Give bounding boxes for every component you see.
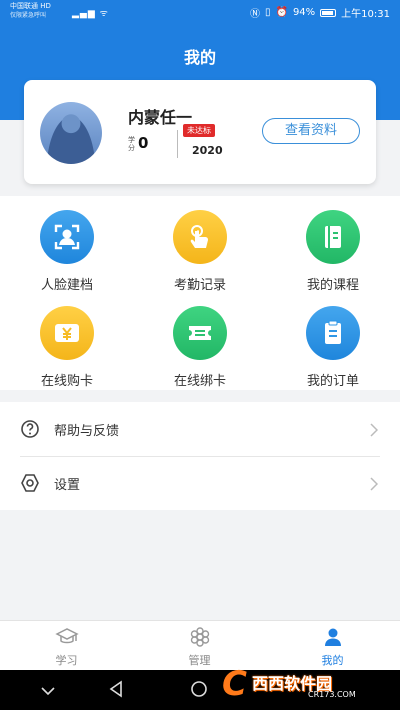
watermark-domain: CR173.COM: [308, 690, 356, 699]
face-scan-icon: [40, 210, 94, 264]
grid-item-face-record[interactable]: 人脸建档: [7, 210, 127, 293]
grid-label: 在线绑卡: [173, 374, 226, 389]
chevron-right-icon: [370, 476, 379, 495]
score-label: 学分: [128, 136, 135, 152]
status-bar: 中国联通 HD 仅限紧急呼叫 ▂▄▆ ᯤ Ⓝ ▯ ⏰ 94% 上午10:31: [0, 0, 400, 24]
menu-item-label: 帮助与反馈: [54, 424, 120, 439]
ticket-icon: [173, 306, 227, 360]
page-title: 我的: [183, 48, 216, 67]
alarm-icon: ⏰: [275, 7, 288, 18]
chevron-down-icon[interactable]: [40, 682, 56, 701]
graduation-cap-icon: [0, 627, 133, 647]
carrier-status: 仅限紧急呼叫: [10, 12, 47, 19]
menu-item-label: 设置: [54, 478, 81, 493]
profile-card: 内蒙任一 学分 0 未达标 2020 查看资料: [24, 80, 376, 184]
touch-icon: [173, 210, 227, 264]
grid-item-bind-card[interactable]: 在线绑卡: [140, 306, 260, 389]
carrier-name: 中国联通 HD: [10, 2, 51, 10]
battery-icon: [320, 8, 337, 17]
back-icon[interactable]: [108, 680, 124, 702]
status-badge: 未达标: [183, 124, 215, 137]
grid-label: 在线购卡: [40, 374, 93, 389]
status-right: Ⓝ ▯ ⏰ 94% 上午10:31: [250, 5, 390, 20]
grid-label: 考勤记录: [173, 278, 226, 293]
tab-label: 管理: [188, 654, 211, 667]
signal-icon: ▂▄▆ ᯤ: [72, 9, 109, 19]
grid-label: 我的课程: [306, 278, 359, 293]
watermark-logo: C 西西软件园 CR173.COM: [222, 664, 380, 704]
carrier-info: 中国联通 HD 仅限紧急呼叫: [10, 2, 51, 20]
watermark-c-icon: C: [222, 664, 247, 704]
score-value: 0: [138, 134, 149, 152]
year-text: 2020: [192, 144, 223, 157]
grid-label: 我的订单: [306, 374, 359, 389]
menu-item-help[interactable]: 帮助与反馈: [0, 402, 400, 457]
settings-icon: [20, 473, 40, 497]
order-icon: [306, 306, 360, 360]
bottom-tab-bar: 学习 管理 我的: [0, 620, 400, 670]
grid-item-my-courses[interactable]: 我的课程: [273, 210, 393, 293]
clock: 上午10:31: [341, 9, 390, 20]
grid-item-attendance[interactable]: 考勤记录: [140, 210, 260, 293]
tab-label: 学习: [55, 654, 78, 667]
avatar[interactable]: [40, 102, 102, 164]
tab-study[interactable]: 学习: [0, 621, 133, 671]
grid-item-my-orders[interactable]: 我的订单: [273, 306, 393, 389]
nfc-icon: Ⓝ: [249, 9, 260, 20]
menu-list: 帮助与反馈 设置: [0, 402, 400, 510]
help-icon: [20, 419, 40, 443]
vibrate-icon: ▯: [264, 7, 271, 18]
flower-icon: [133, 627, 266, 647]
home-icon[interactable]: [190, 680, 208, 702]
divider: [177, 130, 178, 158]
view-profile-button[interactable]: 查看资料: [262, 118, 360, 144]
menu-item-settings[interactable]: 设置: [0, 456, 400, 510]
yuan-card-icon: [40, 306, 94, 360]
function-grid: 人脸建档 考勤记录 我的课程 在线购卡 在线绑卡 我的订单: [0, 196, 400, 390]
person-icon: [266, 627, 399, 647]
grid-item-buy-card[interactable]: 在线购卡: [7, 306, 127, 389]
book-icon: [306, 210, 360, 264]
grid-label: 人脸建档: [40, 278, 93, 293]
chevron-right-icon: [370, 422, 379, 441]
battery-percent: 94%: [292, 7, 316, 18]
